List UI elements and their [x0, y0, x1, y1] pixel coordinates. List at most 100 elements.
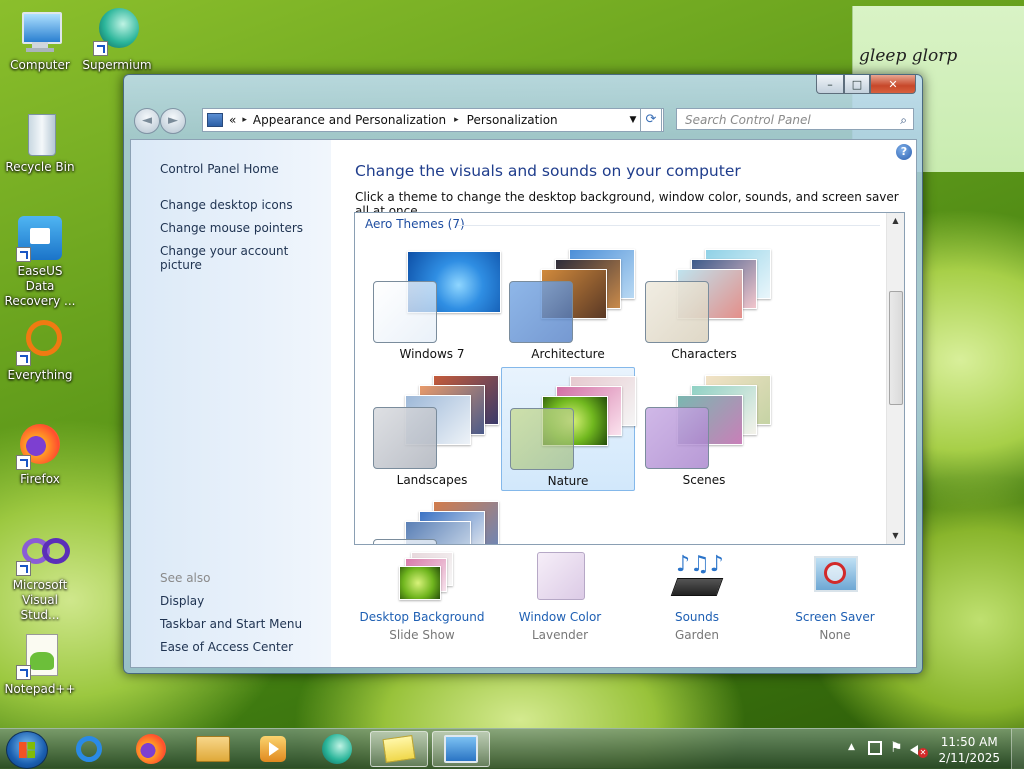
breadcrumb-appearance[interactable]: Appearance and Personalization — [253, 113, 446, 127]
search-placeholder: Search Control Panel — [685, 113, 811, 127]
internet-explorer-icon — [76, 736, 102, 762]
theme-architecture[interactable]: Architecture — [501, 241, 635, 365]
breadcrumb-personalization[interactable]: Personalization — [467, 113, 558, 127]
forward-arrow-icon: ► — [168, 113, 178, 128]
taskbar-sticky-notes[interactable] — [370, 731, 428, 767]
network-icon[interactable] — [868, 741, 882, 755]
taskbar-supermium[interactable] — [308, 731, 366, 767]
control-panel-home-link[interactable]: Control Panel Home — [160, 162, 279, 176]
screen-saver-button[interactable]: Screen Saver None — [765, 552, 905, 642]
taskbar-firefox[interactable] — [122, 731, 180, 767]
start-button[interactable] — [6, 731, 48, 769]
change-account-picture-link[interactable]: Change your account picture — [160, 244, 331, 272]
theme-characters[interactable]: Characters — [637, 241, 771, 365]
address-dropdown-icon[interactable]: ▼ — [625, 115, 641, 125]
theme-thumbnail — [373, 375, 499, 469]
notepadpp-icon — [16, 632, 64, 680]
show-desktop-button[interactable] — [1011, 729, 1024, 769]
taskbar-start-menu-link[interactable]: Taskbar and Start Menu — [160, 617, 302, 631]
themes-list[interactable]: Aero Themes (7) Windows 7 Architecture C… — [354, 212, 905, 545]
taskbar-internet-explorer[interactable] — [60, 731, 118, 767]
taskbar-file-explorer[interactable] — [184, 731, 242, 767]
sounds-button[interactable]: ♪♫♪ Sounds Garden — [627, 552, 767, 642]
desktop-background-title: Desktop Background — [359, 610, 485, 624]
desktop-icon-firefox[interactable]: Firefox — [2, 422, 78, 487]
desktop-icon-label: Everything — [7, 368, 73, 382]
close-button[interactable]: ✕ — [870, 75, 916, 94]
personalization-window[interactable]: – □ ✕ ◄ ► « ▸ Appearance and Personaliza… — [123, 74, 923, 674]
scrollbar-thumb[interactable] — [889, 291, 903, 405]
window-color-button[interactable]: Window Color Lavender — [490, 552, 630, 642]
theme-nature[interactable]: Nature — [501, 367, 636, 491]
left-pane: Control Panel Home Change desktop icons … — [131, 140, 331, 667]
themes-scrollbar[interactable]: ▲ ▼ — [886, 213, 904, 544]
help-icon[interactable]: ? — [896, 144, 912, 160]
desktop-background-icon — [397, 552, 453, 602]
sounds-icon: ♪♫♪ — [670, 552, 724, 602]
address-bar[interactable]: « ▸ Appearance and Personalization ▸ Per… — [202, 108, 664, 132]
desktop-icon-notepadpp[interactable]: Notepad++ — [2, 632, 78, 697]
action-center-flag-icon[interactable]: ⚑ — [890, 740, 903, 756]
maximize-button[interactable]: □ — [844, 75, 870, 94]
desktop-icon-recycle-bin[interactable]: Recycle Bin — [2, 110, 78, 175]
desktop-icon-label: Firefox — [20, 472, 60, 486]
theme-label: Landscapes — [396, 473, 468, 487]
theme-settings-row: Desktop Background Slide Show Window Col… — [354, 552, 914, 662]
desktop-icon-supermium[interactable]: Supermium — [79, 8, 155, 73]
desktop-icon-visual-studio[interactable]: Microsoft Visual Stud... — [2, 528, 78, 623]
sticky-notes-icon — [382, 735, 416, 763]
change-mouse-pointers-link[interactable]: Change mouse pointers — [160, 221, 303, 235]
theme-thumbnail — [645, 375, 771, 469]
window-color-icon — [535, 552, 585, 602]
supermium-icon — [93, 8, 141, 56]
recycle-bin-icon — [16, 110, 64, 158]
desktop-background-button[interactable]: Desktop Background Slide Show — [352, 552, 492, 642]
theme-label: Architecture — [531, 347, 605, 361]
theme-label: Scenes — [682, 473, 726, 487]
scroll-up-icon[interactable]: ▲ — [887, 213, 904, 229]
desktop-icon-easeus[interactable]: EaseUS Data Recovery ... — [2, 214, 78, 309]
theme-thumbnail — [645, 249, 771, 343]
desktop-icon-everything[interactable]: Everything — [2, 318, 78, 383]
everything-icon — [16, 318, 64, 366]
screen-saver-title: Screen Saver — [795, 610, 875, 624]
theme-landscapes[interactable]: Landscapes — [365, 367, 499, 491]
sticky-note-text[interactable]: gleep glorp — [859, 46, 957, 66]
scroll-down-icon[interactable]: ▼ — [887, 528, 904, 544]
file-explorer-icon — [196, 736, 230, 762]
sounds-title: Sounds — [674, 610, 720, 624]
minimize-icon: – — [827, 77, 833, 91]
volume-muted-icon[interactable]: ✕ — [910, 741, 928, 758]
desktop-icon-label: Microsoft Visual Stud... — [12, 578, 68, 622]
change-desktop-icons-link[interactable]: Change desktop icons — [160, 198, 293, 212]
chevron-right-icon[interactable]: ▸ — [454, 115, 459, 125]
desktop-icon-label: EaseUS Data Recovery ... — [4, 264, 76, 308]
firefox-icon — [136, 734, 166, 764]
display-link[interactable]: Display — [160, 594, 204, 608]
clock[interactable]: 11:50 AM 2/11/2025 — [938, 734, 1000, 766]
taskbar-media-player[interactable] — [244, 731, 302, 767]
theme-partial[interactable] — [365, 493, 499, 544]
taskbar-control-panel[interactable] — [432, 731, 490, 767]
refresh-button[interactable]: ⟳ — [640, 108, 662, 132]
search-input[interactable]: Search Control Panel ⌕ — [676, 108, 914, 130]
theme-thumbnail — [373, 249, 501, 343]
minimize-button[interactable]: – — [816, 75, 844, 94]
address-overflow-chevron[interactable]: « — [229, 113, 236, 127]
theme-scenes[interactable]: Scenes — [637, 367, 771, 491]
show-hidden-icons-icon[interactable]: ▲ — [848, 742, 855, 752]
theme-label: Nature — [547, 474, 589, 488]
forward-button[interactable]: ► — [160, 108, 186, 134]
theme-windows-7[interactable]: Windows 7 — [365, 241, 501, 365]
back-arrow-icon: ◄ — [142, 113, 152, 128]
caption-buttons: – □ ✕ — [816, 75, 916, 94]
aero-themes-group-header[interactable]: Aero Themes (7) — [365, 217, 465, 231]
maximize-icon: □ — [851, 77, 863, 91]
back-button[interactable]: ◄ — [134, 108, 160, 134]
see-also-heading: See also — [160, 571, 211, 585]
ease-of-access-link[interactable]: Ease of Access Center — [160, 640, 293, 654]
search-icon[interactable]: ⌕ — [900, 109, 907, 131]
desktop-icon-label: Supermium — [82, 58, 152, 72]
theme-label: Windows 7 — [399, 347, 465, 361]
desktop-icon-computer[interactable]: Computer — [2, 8, 78, 73]
